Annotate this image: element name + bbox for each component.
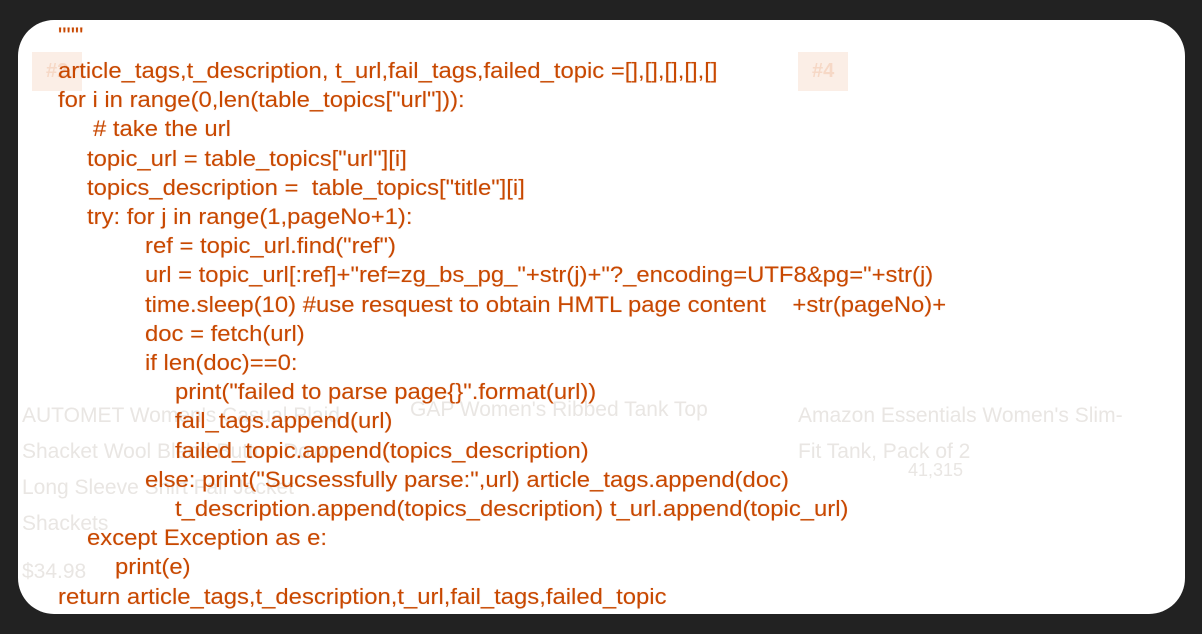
rank-badge: #4	[798, 52, 849, 91]
code-line: article_tags,t_description, t_url,fail_t…	[58, 58, 718, 83]
code-line: time.sleep(10) #use resquest to obtain H…	[145, 291, 947, 317]
code-line: failed_topic.append(topics_description)	[175, 437, 589, 463]
code-line: try: for j in range(1,pageNo+1):	[87, 204, 413, 229]
review-count: 41,315	[908, 460, 964, 480]
product-price: $34.98	[22, 560, 87, 583]
code-line: print(e)	[115, 554, 191, 580]
code-line: ref = topic_url.find("ref")	[145, 233, 396, 259]
code-card: #2 #4 AUTOMET Women's Casual Plaid Shack…	[18, 20, 1185, 614]
code-line: for i in range(0,len(table_topics["url"]…	[58, 87, 465, 113]
title-line: Amazon Essentials Women's Slim-	[798, 404, 1123, 427]
code-line: """	[58, 23, 84, 48]
code-line: # take the url	[93, 116, 231, 142]
code-line: if len(doc)==0:	[145, 350, 298, 375]
code-line: print("failed to parse page{}".format(ur…	[175, 379, 597, 405]
code-line: doc = fetch(url)	[145, 320, 305, 346]
code-line: else: print("Sucsessfully parse:",url) a…	[145, 466, 789, 492]
code-line: fail_tags.append(url)	[175, 408, 393, 434]
code-line: except Exception as e:	[87, 525, 327, 551]
code-line: t_description.append(topics_description)…	[175, 496, 849, 521]
code-line: topic_url = table_topics["url"][i]	[87, 145, 407, 171]
code-line: topics_description = table_topics["title…	[87, 174, 525, 200]
code-line: return article_tags,t_description,t_url,…	[58, 583, 667, 609]
code-line: url = topic_url[:ref]+"ref=zg_bs_pg_"+st…	[145, 262, 934, 288]
